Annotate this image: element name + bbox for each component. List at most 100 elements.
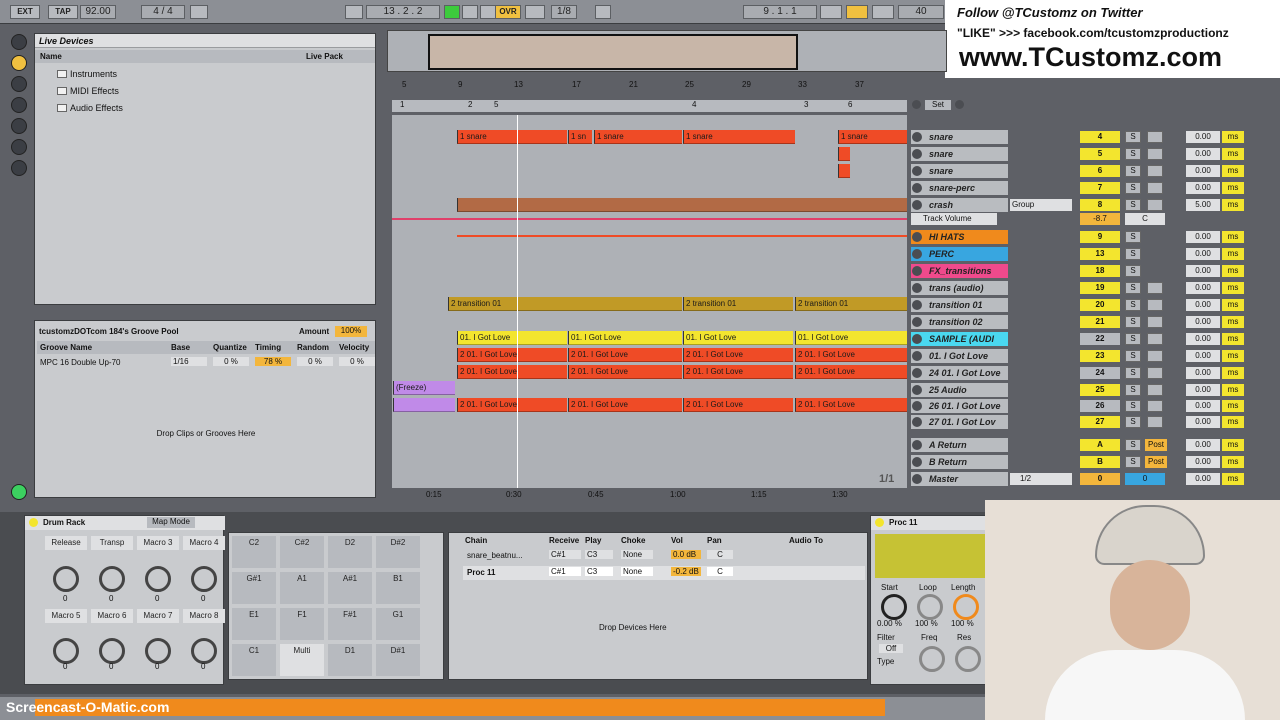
ext-sync-button[interactable]: EXT xyxy=(10,5,40,19)
timing-field[interactable]: 78 % xyxy=(255,357,291,366)
files-browser-icon[interactable] xyxy=(11,118,27,134)
track-row[interactable]: SAMPLE (AUDI 22 S 0.00 ms xyxy=(908,331,1248,347)
arm-button[interactable] xyxy=(1147,416,1163,428)
drum-pad[interactable]: D#2 xyxy=(376,536,420,568)
track-delay[interactable]: 0.00 xyxy=(1186,282,1220,294)
track-delay[interactable]: 0.00 xyxy=(1186,265,1220,277)
clip[interactable]: 2 01. I Got Love xyxy=(568,365,682,379)
track-activator[interactable]: 4 xyxy=(1080,131,1120,143)
follow-icon[interactable] xyxy=(345,5,363,19)
clip[interactable] xyxy=(838,147,850,161)
tempo-nudge[interactable]: 0 xyxy=(1080,473,1120,485)
delay-unit[interactable]: ms xyxy=(1222,367,1244,379)
track-activator-icon[interactable] xyxy=(912,283,922,293)
track-activator-icon[interactable] xyxy=(912,266,922,276)
track-delay[interactable]: 0.00 xyxy=(1186,456,1220,468)
master-row[interactable]: Master 1/2 0 0 0.00 ms xyxy=(908,471,1248,487)
length-knob[interactable] xyxy=(953,594,979,620)
locator-marker[interactable]: 6 xyxy=(848,100,852,109)
track-delay[interactable]: 0.00 xyxy=(1186,367,1220,379)
automation-line[interactable] xyxy=(392,218,907,220)
track-activator-icon[interactable] xyxy=(912,385,922,395)
drum-pad[interactable]: F1 xyxy=(280,608,324,640)
volume-value[interactable]: -8.7 xyxy=(1080,213,1120,225)
delay-unit[interactable]: ms xyxy=(1222,400,1244,412)
clip[interactable]: 2 01. I Got Love xyxy=(683,348,793,362)
macro-knob[interactable] xyxy=(53,566,79,592)
track-delay[interactable]: 0.00 xyxy=(1186,400,1220,412)
solo-button[interactable]: S xyxy=(1125,456,1141,468)
clip[interactable]: 2 transition 01 xyxy=(448,297,682,311)
clip[interactable]: 2 01. I Got Love xyxy=(568,348,682,362)
solo-button[interactable]: S xyxy=(1125,416,1141,428)
loop-switch-icon[interactable] xyxy=(846,5,868,19)
delay-unit[interactable]: ms xyxy=(1222,299,1244,311)
track-activator[interactable]: 20 xyxy=(1080,299,1120,311)
arm-button[interactable] xyxy=(1147,165,1163,177)
drum-pad[interactable]: A#1 xyxy=(328,572,372,604)
track-activator[interactable]: 26 xyxy=(1080,400,1120,412)
groove-toggle-icon[interactable] xyxy=(11,484,27,500)
drum-pad[interactable]: C#2 xyxy=(280,536,324,568)
track-delay[interactable]: 0.00 xyxy=(1186,165,1220,177)
clip[interactable]: 1 snare xyxy=(683,130,795,144)
track-name[interactable]: snare xyxy=(911,147,1008,161)
arm-button[interactable] xyxy=(1147,299,1163,311)
chain-row[interactable]: snare_beatnu... C#1 C3 None 0.0 dB C xyxy=(463,549,865,563)
macro-knob[interactable] xyxy=(145,566,171,592)
list-item[interactable]: Instruments xyxy=(35,67,375,81)
track-activator-icon[interactable] xyxy=(912,232,922,242)
macro-knob[interactable] xyxy=(191,566,217,592)
chain-row[interactable]: Proc 11 C#1 C3 None -0.2 dB C xyxy=(463,566,865,580)
drum-pad[interactable]: G#1 xyxy=(232,572,276,604)
track-activator-icon[interactable] xyxy=(912,249,922,259)
delay-unit[interactable]: ms xyxy=(1222,248,1244,260)
metronome-icon[interactable] xyxy=(190,5,208,19)
track-name[interactable]: 01. I Got Love xyxy=(911,349,1008,363)
track-activator-icon[interactable] xyxy=(912,457,922,467)
solo-button[interactable]: S xyxy=(1125,131,1141,143)
devices-browser-icon[interactable] xyxy=(11,55,27,71)
track-delay[interactable]: 0.00 xyxy=(1186,299,1220,311)
pan-value[interactable]: C xyxy=(1125,213,1165,225)
solo-button[interactable]: S xyxy=(1125,182,1141,194)
clip[interactable]: 2 01. I Got Love xyxy=(795,398,907,412)
drum-pad[interactable]: D2 xyxy=(328,536,372,568)
punch-out-icon[interactable] xyxy=(872,5,894,19)
locator-marker[interactable]: 5 xyxy=(494,100,498,109)
clip[interactable]: 01. I Got Love xyxy=(568,331,682,345)
drum-pad[interactable]: E1 xyxy=(232,608,276,640)
chain-name[interactable]: snare_beatnu... xyxy=(467,551,523,560)
track-activator-icon[interactable] xyxy=(912,149,922,159)
delay-unit[interactable]: ms xyxy=(1222,416,1244,428)
quantize-field[interactable]: 0 % xyxy=(213,357,249,366)
choke-select[interactable]: None xyxy=(621,550,653,559)
drum-pad[interactable]: C1 xyxy=(232,644,276,676)
drum-pad[interactable]: F#1 xyxy=(328,608,372,640)
input-type-select[interactable]: Group xyxy=(1010,199,1072,211)
delay-unit[interactable]: ms xyxy=(1222,282,1244,294)
clip[interactable]: 2 01. I Got Love xyxy=(457,398,567,412)
track-activator[interactable]: B xyxy=(1080,456,1120,468)
track-name[interactable]: 25 Audio xyxy=(911,383,1008,397)
record-icon[interactable] xyxy=(480,5,496,19)
random-field[interactable]: 0 % xyxy=(297,357,333,366)
track-activator-icon[interactable] xyxy=(912,440,922,450)
clip[interactable]: 2 01. I Got Love xyxy=(683,365,793,379)
cue-out-select[interactable]: 1/2 xyxy=(1010,473,1072,485)
track-name[interactable]: PERC xyxy=(911,247,1008,261)
loop-length-field[interactable]: 40 xyxy=(898,5,944,19)
track-delay[interactable]: 0.00 xyxy=(1186,248,1220,260)
start-knob[interactable] xyxy=(881,594,907,620)
chain-volume[interactable]: -0.2 dB xyxy=(671,567,701,576)
overdub-button[interactable]: OVR xyxy=(495,5,521,19)
solo-button[interactable]: S xyxy=(1125,367,1141,379)
track-row[interactable]: 25 Audio 25 S 0.00 ms xyxy=(908,382,1248,398)
delay-unit[interactable]: ms xyxy=(1222,182,1244,194)
samples-browser-icon[interactable] xyxy=(11,97,27,113)
clip[interactable]: 1 snare xyxy=(594,130,682,144)
track-activator-icon[interactable] xyxy=(912,334,922,344)
track-delay[interactable]: 0.00 xyxy=(1186,131,1220,143)
clip[interactable]: 2 transition 01 xyxy=(683,297,793,311)
col-live-pack[interactable]: Live Pack xyxy=(306,50,343,63)
